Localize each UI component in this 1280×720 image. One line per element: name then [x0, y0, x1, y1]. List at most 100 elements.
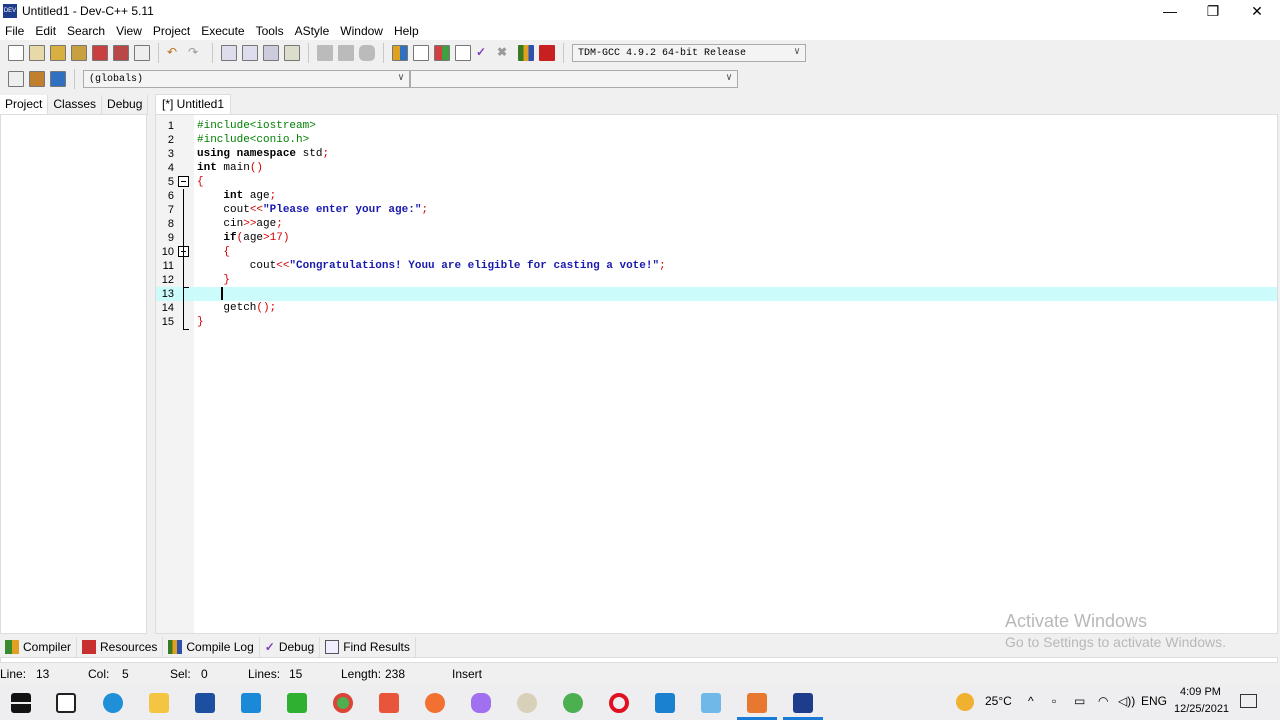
- redo-icon[interactable]: ↷: [188, 45, 204, 61]
- code-line[interactable]: 14 getch();: [156, 301, 1277, 315]
- xampp-icon[interactable]: [747, 693, 767, 713]
- menu-help[interactable]: Help: [389, 24, 425, 38]
- code-editor[interactable]: 1 #include<iostream> 2 #include<conio.h> 3 us…: [155, 114, 1278, 634]
- edge-icon[interactable]: [103, 693, 123, 713]
- notification-icon[interactable]: [1240, 694, 1257, 708]
- code-line[interactable]: 3 using namespace std;: [156, 147, 1277, 161]
- close-all-icon[interactable]: [113, 45, 129, 61]
- code-line[interactable]: 11 cout<<"Congratulations! Youu are elig…: [156, 259, 1277, 273]
- chevron-up-icon[interactable]: ^: [1028, 694, 1034, 708]
- close-button[interactable]: ✕: [1235, 0, 1279, 22]
- code-line[interactable]: 2 #include<conio.h>: [156, 133, 1277, 147]
- minimize-button[interactable]: —: [1148, 0, 1192, 22]
- vscode-icon[interactable]: [655, 693, 675, 713]
- code-line[interactable]: 5{: [156, 175, 1277, 189]
- language-indicator[interactable]: ENG: [1141, 694, 1167, 708]
- class-scope-select[interactable]: (globals) ∨: [83, 70, 410, 88]
- devcpp-taskbar-icon[interactable]: [793, 693, 813, 713]
- indent-icon[interactable]: [263, 45, 279, 61]
- camtasia-recorder-icon[interactable]: [379, 693, 399, 713]
- code-line[interactable]: 4 int main(): [156, 161, 1277, 175]
- clock-date[interactable]: 12/25/2021: [1174, 703, 1229, 715]
- tab-compile-log[interactable]: Compile Log: [163, 637, 260, 657]
- code-line[interactable]: 13: [156, 287, 1277, 301]
- firefox-icon[interactable]: [425, 693, 445, 713]
- open-file-icon[interactable]: [29, 45, 45, 61]
- code-line[interactable]: 6 int age;: [156, 189, 1277, 203]
- tab-find-results[interactable]: Find Results: [320, 637, 416, 657]
- file-explorer-icon[interactable]: [149, 693, 169, 713]
- compile-icon[interactable]: [392, 45, 408, 61]
- undo-icon[interactable]: ↶: [167, 45, 183, 61]
- weather-temp[interactable]: 25°C: [985, 694, 1012, 708]
- tab-resources[interactable]: Resources: [77, 637, 164, 657]
- editor-tab-untitled1[interactable]: [*] Untitled1: [155, 94, 232, 115]
- menu-edit[interactable]: Edit: [30, 24, 62, 38]
- clock-time[interactable]: 4:09 PM: [1180, 686, 1221, 698]
- compile-run-icon[interactable]: [434, 45, 450, 61]
- code-line[interactable]: 15}: [156, 315, 1277, 329]
- bookmark-back-icon[interactable]: [317, 45, 333, 61]
- replace-icon[interactable]: [242, 45, 258, 61]
- menu-search[interactable]: Search: [62, 24, 111, 38]
- menu-tools[interactable]: Tools: [251, 24, 290, 38]
- bookmark-toggle-icon[interactable]: [359, 45, 375, 61]
- bookmark-forward-icon[interactable]: [338, 45, 354, 61]
- remote-desktop-icon[interactable]: [701, 693, 721, 713]
- code-line[interactable]: 8 cin>>age;: [156, 217, 1277, 231]
- tab-classes[interactable]: Classes: [48, 95, 103, 115]
- menu-window[interactable]: Window: [335, 24, 389, 38]
- close-file-icon[interactable]: [92, 45, 108, 61]
- camera-icon[interactable]: ▫: [1052, 694, 1056, 708]
- menu-file[interactable]: File: [0, 24, 30, 38]
- code-line[interactable]: 9 if(age>17): [156, 231, 1277, 245]
- chrome-profile-icon[interactable]: [563, 693, 583, 713]
- save-icon[interactable]: [50, 45, 66, 61]
- code-line[interactable]: 1 #include<iostream>: [156, 119, 1277, 133]
- volume-icon[interactable]: ◁)): [1118, 694, 1135, 708]
- left-panel-tabs: Project Classes Debug: [0, 95, 149, 115]
- toggle-comment-icon[interactable]: [29, 71, 45, 87]
- delete-profile-icon[interactable]: [539, 45, 555, 61]
- app-icon[interactable]: [471, 693, 491, 713]
- insert-icon[interactable]: [8, 71, 24, 87]
- print-icon[interactable]: [134, 45, 150, 61]
- new-file-icon[interactable]: [8, 45, 24, 61]
- profile-chart-icon[interactable]: [518, 45, 534, 61]
- project-browser[interactable]: [0, 114, 147, 634]
- code-line[interactable]: 7 cout<<"Please enter your age:";: [156, 203, 1277, 217]
- tab-debug[interactable]: Debug: [102, 95, 149, 115]
- save-all-icon[interactable]: [71, 45, 87, 61]
- mail-icon[interactable]: [241, 693, 261, 713]
- code-line[interactable]: 10 {: [156, 245, 1277, 259]
- start-icon[interactable]: [11, 693, 31, 713]
- weather-icon[interactable]: [956, 693, 974, 711]
- compiler-select[interactable]: TDM-GCC 4.9.2 64-bit Release ∨: [572, 44, 806, 62]
- syntax-check-icon[interactable]: ✓: [476, 45, 492, 61]
- rebuild-icon[interactable]: [455, 45, 471, 61]
- fold-toggle-icon[interactable]: [178, 176, 189, 187]
- opera-icon[interactable]: [609, 693, 629, 713]
- run-icon[interactable]: [413, 45, 429, 61]
- bookmark-icon[interactable]: [50, 71, 66, 87]
- member-select[interactable]: ∨: [410, 70, 738, 88]
- chrome-icon[interactable]: [333, 693, 353, 713]
- menu-project[interactable]: Project: [148, 24, 196, 38]
- maximize-button[interactable]: ❐: [1191, 0, 1235, 22]
- paint-icon[interactable]: [517, 693, 537, 713]
- camtasia-icon[interactable]: [287, 693, 307, 713]
- code-line[interactable]: 12 }: [156, 273, 1277, 287]
- wifi-icon[interactable]: ◠: [1098, 694, 1108, 708]
- tab-compiler[interactable]: Compiler: [0, 637, 78, 657]
- task-view-icon[interactable]: [56, 693, 76, 713]
- find-icon[interactable]: [221, 45, 237, 61]
- store-icon[interactable]: [195, 693, 215, 713]
- stop-icon[interactable]: ✖: [497, 45, 513, 61]
- menu-execute[interactable]: Execute: [196, 24, 250, 38]
- menu-astyle[interactable]: AStyle: [290, 24, 336, 38]
- menu-view[interactable]: View: [111, 24, 148, 38]
- goto-line-icon[interactable]: [284, 45, 300, 61]
- tab-debug-output[interactable]: ✓ Debug: [260, 637, 321, 657]
- battery-icon[interactable]: ▭: [1074, 694, 1085, 708]
- tab-project[interactable]: Project: [0, 95, 49, 115]
